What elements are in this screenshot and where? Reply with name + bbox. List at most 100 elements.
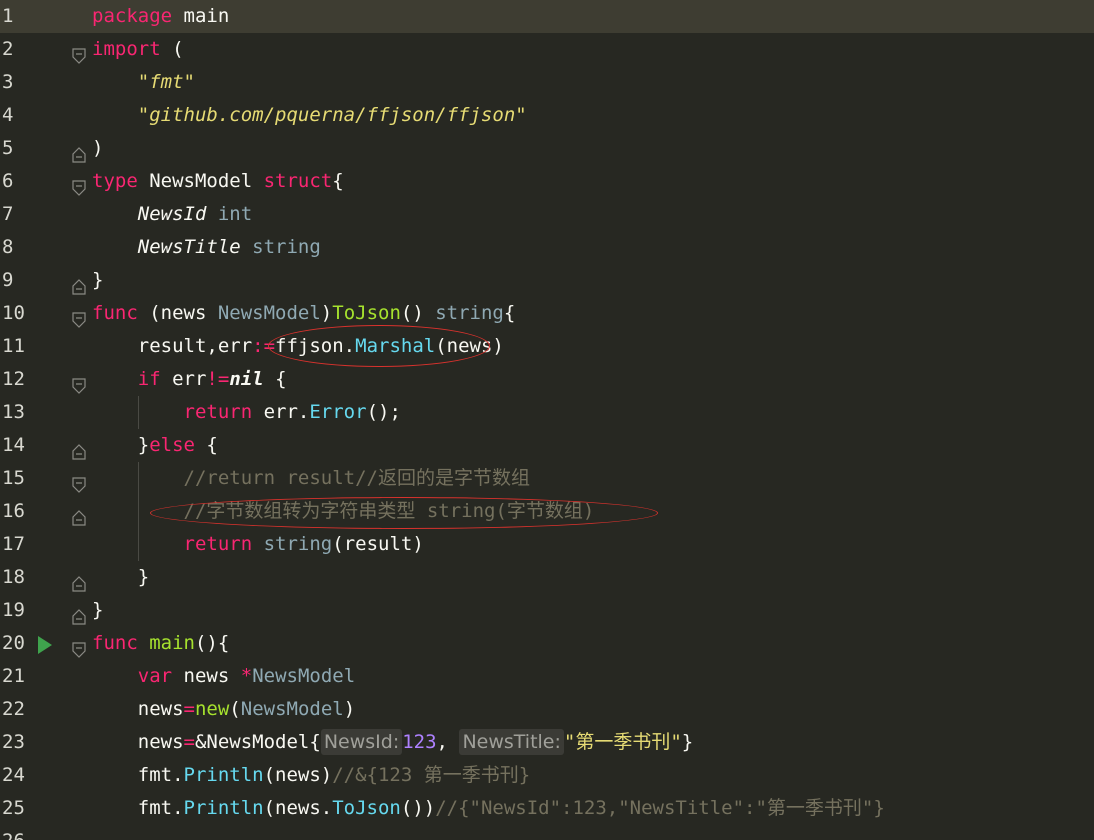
code-line[interactable]: 3 "fmt" [0, 66, 1094, 99]
fold-close-icon[interactable] [72, 273, 86, 295]
code-line[interactable]: 22 news=new(NewsModel) [0, 693, 1094, 726]
code-line[interactable]: 6 type NewsModel struct{ [0, 165, 1094, 198]
fold-open-icon[interactable] [72, 372, 86, 394]
line-number: 20 [2, 632, 25, 654]
line-number: 22 [2, 698, 25, 720]
line-number: 14 [2, 434, 25, 456]
code-token: ()) [400, 797, 436, 819]
fold-open-icon[interactable] [72, 471, 86, 493]
code-text: } [92, 264, 103, 297]
code-line[interactable]: 21 var news *NewsModel [0, 660, 1094, 693]
code-token: Error [309, 401, 367, 423]
code-token: (); [366, 401, 401, 423]
code-token: //&{123 第一季书刊} [332, 764, 531, 786]
code-line[interactable]: 10 func (news NewsModel)ToJson() string{ [0, 297, 1094, 330]
code-token: main [149, 632, 195, 654]
code-line[interactable]: 15 //return result//返回的是字节数组 [0, 462, 1094, 495]
code-text: NewsId int [92, 198, 252, 231]
fold-open-icon[interactable] [72, 306, 86, 328]
code-token: string [263, 533, 333, 555]
code-token: ToJson [332, 302, 401, 324]
line-number: 9 [2, 269, 14, 291]
code-line[interactable]: 23 news=&NewsModel{NewsId: 123, NewsTitle… [0, 726, 1094, 759]
code-token: news [92, 731, 184, 753]
fold-close-icon[interactable] [72, 570, 86, 592]
code-line[interactable]: 2 import ( [0, 33, 1094, 66]
code-token: ) [320, 302, 333, 324]
code-line[interactable]: 9} [0, 264, 1094, 297]
code-line[interactable]: 24 fmt.Println(news)//&{123 第一季书刊} [0, 759, 1094, 792]
code-text: type NewsModel struct{ [92, 165, 344, 198]
code-token: NewsModel [137, 170, 264, 192]
code-token: } [681, 731, 694, 753]
code-line[interactable]: 7 NewsId int [0, 198, 1094, 231]
code-token: news [92, 698, 184, 720]
code-token: (news. [263, 797, 333, 819]
code-token: ( [160, 38, 184, 60]
code-token: NewsTitle [137, 236, 241, 258]
code-line[interactable]: 12 if err!=nil { [0, 363, 1094, 396]
code-token: return [183, 401, 253, 423]
code-editor[interactable]: 1 package main 2 import (3 "fmt" 4 "github.c… [0, 0, 1094, 840]
code-line[interactable]: 13 return err.Error(); [0, 396, 1094, 429]
marshal-call-annotation [268, 325, 490, 367]
code-token: fmt. [92, 764, 184, 786]
code-token: else [149, 434, 195, 456]
code-line[interactable]: 17 return string(result) [0, 528, 1094, 561]
code-line[interactable]: 11 result,err:=ffjson.Marshal(news) [0, 330, 1094, 363]
line-number: 8 [2, 236, 14, 258]
run-arrow-icon[interactable] [38, 636, 52, 654]
line-number: 10 [2, 302, 25, 324]
fold-open-icon[interactable] [72, 42, 86, 64]
code-token: func [92, 632, 138, 654]
line-number: 23 [2, 731, 25, 753]
code-line[interactable]: 1 package main [0, 0, 1094, 33]
fold-close-icon[interactable] [72, 504, 86, 526]
code-line[interactable]: 4 "github.com/pquerna/ffjson/ffjson" [0, 99, 1094, 132]
code-token: NewsId [137, 203, 207, 225]
line-number: 2 [2, 38, 14, 60]
code-token: (){ [194, 632, 230, 654]
code-token: (news) [263, 764, 333, 786]
code-line[interactable]: 8 NewsTitle string [0, 231, 1094, 264]
line-number: 6 [2, 170, 14, 192]
code-token: ) [343, 698, 356, 720]
code-text: //return result//返回的是字节数组 [92, 462, 530, 495]
code-line[interactable]: 18 } [0, 561, 1094, 594]
code-line[interactable]: 14 }else { [0, 429, 1094, 462]
code-text: return string(result) [92, 528, 424, 561]
code-token: //{"NewsId":123,"NewsTitle":"第一季书刊"} [435, 797, 885, 819]
line-number: 12 [2, 368, 25, 390]
fold-close-icon[interactable] [72, 603, 86, 625]
code-token: "第一季书刊" [563, 731, 682, 753]
code-line[interactable]: 26 [0, 825, 1094, 840]
fold-open-icon[interactable] [72, 636, 86, 658]
line-number: 13 [2, 401, 25, 423]
code-token: ToJson [332, 797, 401, 819]
code-token: Println [183, 797, 264, 819]
code-line[interactable]: 5) [0, 132, 1094, 165]
code-token: string [240, 236, 321, 258]
code-token: (result) [332, 533, 424, 555]
line-number: 17 [2, 533, 25, 555]
code-line[interactable]: 19} [0, 594, 1094, 627]
code-token: { [503, 302, 516, 324]
code-text: }else { [92, 429, 218, 462]
code-token: string [435, 302, 504, 324]
code-token: 123 [402, 731, 437, 753]
comment-conversion-annotation [150, 497, 658, 529]
code-token: { [332, 170, 344, 192]
code-token: var [137, 665, 173, 687]
code-token: "github.com/pquerna/ffjson/ffjson" [137, 104, 527, 126]
code-token: NewsModel [252, 665, 356, 687]
code-line[interactable]: 20 func main(){ [0, 627, 1094, 660]
fold-open-icon[interactable] [72, 174, 86, 196]
fold-close-icon[interactable] [72, 141, 86, 163]
fold-close-icon[interactable] [72, 438, 86, 460]
code-line[interactable]: 25 fmt.Println(news.ToJson())//{"NewsId"… [0, 792, 1094, 825]
